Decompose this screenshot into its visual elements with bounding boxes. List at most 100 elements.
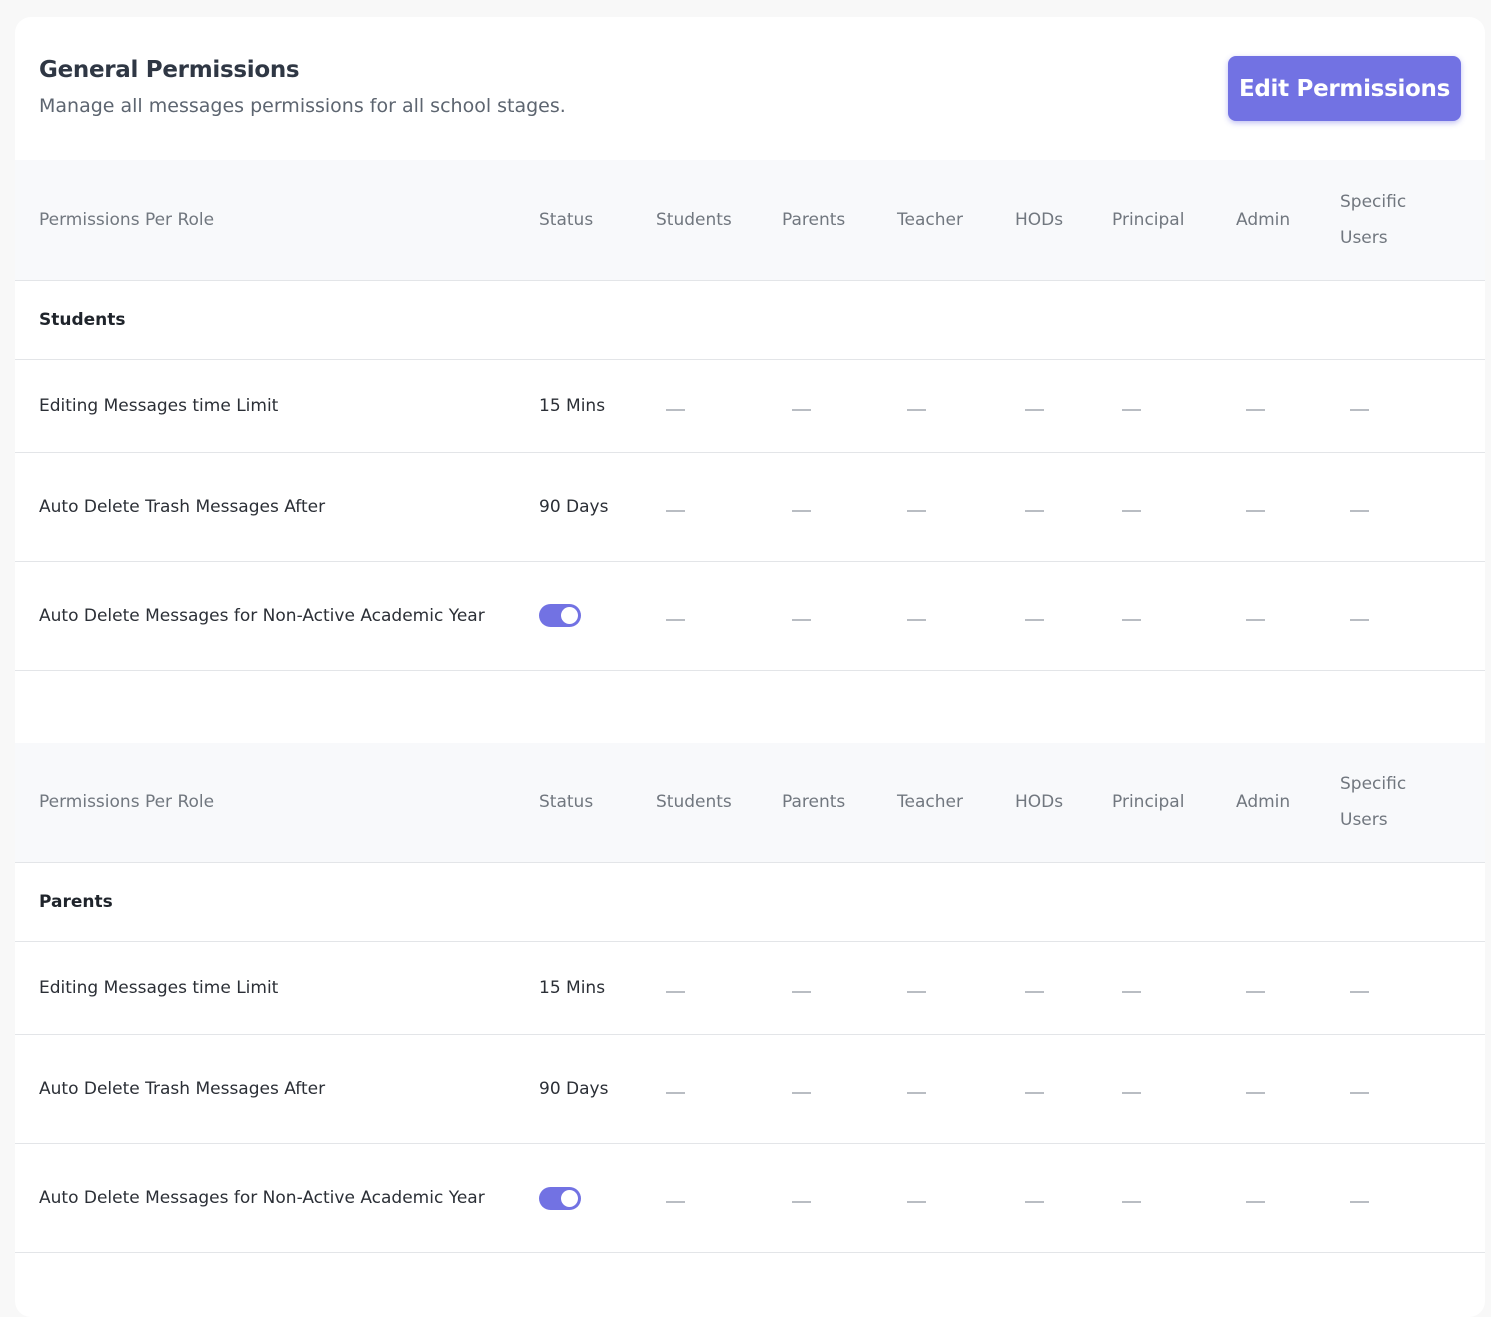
dash-icon: [1122, 618, 1141, 621]
dash-cell: [1088, 561, 1212, 671]
dash-cell: [1316, 359, 1485, 453]
dash-cell: [758, 1034, 873, 1144]
dash-icon: [666, 509, 685, 512]
table-row: Auto Delete Messages for Non-Active Acad…: [15, 561, 1485, 671]
dash-icon: [666, 618, 685, 621]
dash-icon: [907, 1092, 926, 1094]
dash-cell: [758, 561, 873, 671]
row-label: Auto Delete Trash Messages After: [15, 1034, 515, 1144]
table-header-row: Permissions Per Role Status Students Par…: [15, 160, 1485, 281]
col-header-teacher: Teacher: [873, 160, 991, 281]
group-row: Parents: [15, 862, 1485, 942]
col-header-students: Students: [632, 742, 758, 863]
row-status: [515, 1143, 632, 1253]
col-header-specific-users: Specific Users: [1316, 742, 1485, 863]
dash-cell: [1088, 1034, 1212, 1144]
permissions-section-parents: Permissions Per Role Status Students Par…: [15, 742, 1485, 1253]
group-row: Students: [15, 280, 1485, 360]
col-header-specific-users-line2: Users: [1340, 810, 1388, 831]
dash-cell: [1088, 941, 1212, 1035]
col-header-role: Permissions Per Role: [15, 742, 515, 863]
table-header-row: Permissions Per Role Status Students Par…: [15, 742, 1485, 863]
card-header: General Permissions Manage all messages …: [15, 17, 1485, 160]
row-status-text: 90 Days: [539, 496, 609, 517]
dash-cell: [758, 941, 873, 1035]
dash-cell: [1316, 561, 1485, 671]
auto-delete-toggle[interactable]: [539, 1186, 581, 1210]
dash-icon: [666, 991, 685, 993]
dash-icon: [1122, 408, 1141, 411]
row-status: 15 Mins: [515, 359, 632, 453]
dash-icon: [666, 1201, 685, 1203]
dash-icon: [792, 618, 811, 621]
col-header-students: Students: [632, 160, 758, 281]
dash-icon: [1350, 991, 1369, 993]
table-row: Auto Delete Trash Messages After 90 Days: [15, 452, 1485, 562]
dash-icon: [1350, 618, 1369, 621]
dash-icon: [1025, 1092, 1044, 1094]
dash-cell: [991, 561, 1088, 671]
dash-icon: [1025, 618, 1044, 621]
table-row: Auto Delete Trash Messages After 90 Days: [15, 1034, 1485, 1144]
row-status: [515, 561, 632, 671]
dash-icon: [792, 1201, 811, 1203]
permissions-card: General Permissions Manage all messages …: [15, 17, 1485, 1317]
row-status: 15 Mins: [515, 941, 632, 1035]
col-header-status: Status: [515, 160, 632, 281]
dash-cell: [632, 452, 758, 562]
col-header-principal: Principal: [1088, 742, 1212, 863]
dash-icon: [1025, 1201, 1044, 1203]
row-label: Editing Messages time Limit: [15, 359, 515, 453]
table-row: Editing Messages time Limit 15 Mins: [15, 941, 1485, 1035]
col-header-parents: Parents: [758, 742, 873, 863]
dash-icon: [1122, 991, 1141, 993]
dash-cell: [1316, 1143, 1485, 1253]
permissions-section-students: Permissions Per Role Status Students Par…: [15, 160, 1485, 671]
table-row: Editing Messages time Limit 15 Mins: [15, 359, 1485, 453]
dash-cell: [1212, 561, 1316, 671]
edit-permissions-button[interactable]: Edit Permissions: [1228, 56, 1461, 121]
dash-icon: [1246, 509, 1265, 512]
row-status: 90 Days: [515, 452, 632, 562]
dash-cell: [873, 941, 991, 1035]
dash-cell: [873, 452, 991, 562]
dash-cell: [991, 1034, 1088, 1144]
dash-icon: [1246, 408, 1265, 411]
dash-icon: [666, 408, 685, 411]
col-header-specific-users-line1: Specific: [1340, 191, 1407, 212]
col-header-admin: Admin: [1212, 742, 1316, 863]
dash-icon: [1350, 1201, 1369, 1203]
dash-cell: [873, 561, 991, 671]
dash-cell: [1088, 1143, 1212, 1253]
dash-cell: [991, 359, 1088, 453]
col-header-role: Permissions Per Role: [15, 160, 515, 281]
dash-cell: [1212, 1143, 1316, 1253]
dash-icon: [1122, 1201, 1141, 1203]
dash-icon: [1350, 509, 1369, 512]
permissions-table: Permissions Per Role Status Students Par…: [15, 742, 1485, 1253]
row-status-text: 90 Days: [539, 1079, 609, 1099]
col-header-hods: HODs: [991, 160, 1088, 281]
dash-icon: [792, 991, 811, 993]
row-label: Editing Messages time Limit: [15, 941, 515, 1035]
page-subtitle: Manage all messages permissions for all …: [39, 95, 566, 117]
dash-cell: [1212, 452, 1316, 562]
col-header-specific-users: Specific Users: [1316, 160, 1485, 281]
row-status: 90 Days: [515, 1034, 632, 1144]
dash-icon: [792, 509, 811, 512]
dash-icon: [907, 509, 926, 512]
dash-icon: [666, 1092, 685, 1094]
col-header-specific-users-line2: Users: [1340, 227, 1388, 248]
dash-icon: [1025, 408, 1044, 411]
group-label: Students: [15, 280, 1485, 360]
dash-cell: [632, 359, 758, 453]
col-header-admin: Admin: [1212, 160, 1316, 281]
group-label: Parents: [15, 862, 1485, 942]
dash-icon: [907, 991, 926, 993]
col-header-teacher: Teacher: [873, 742, 991, 863]
permissions-table: Permissions Per Role Status Students Par…: [15, 160, 1485, 671]
dash-icon: [907, 1201, 926, 1203]
auto-delete-toggle[interactable]: [539, 604, 581, 627]
col-header-parents: Parents: [758, 160, 873, 281]
